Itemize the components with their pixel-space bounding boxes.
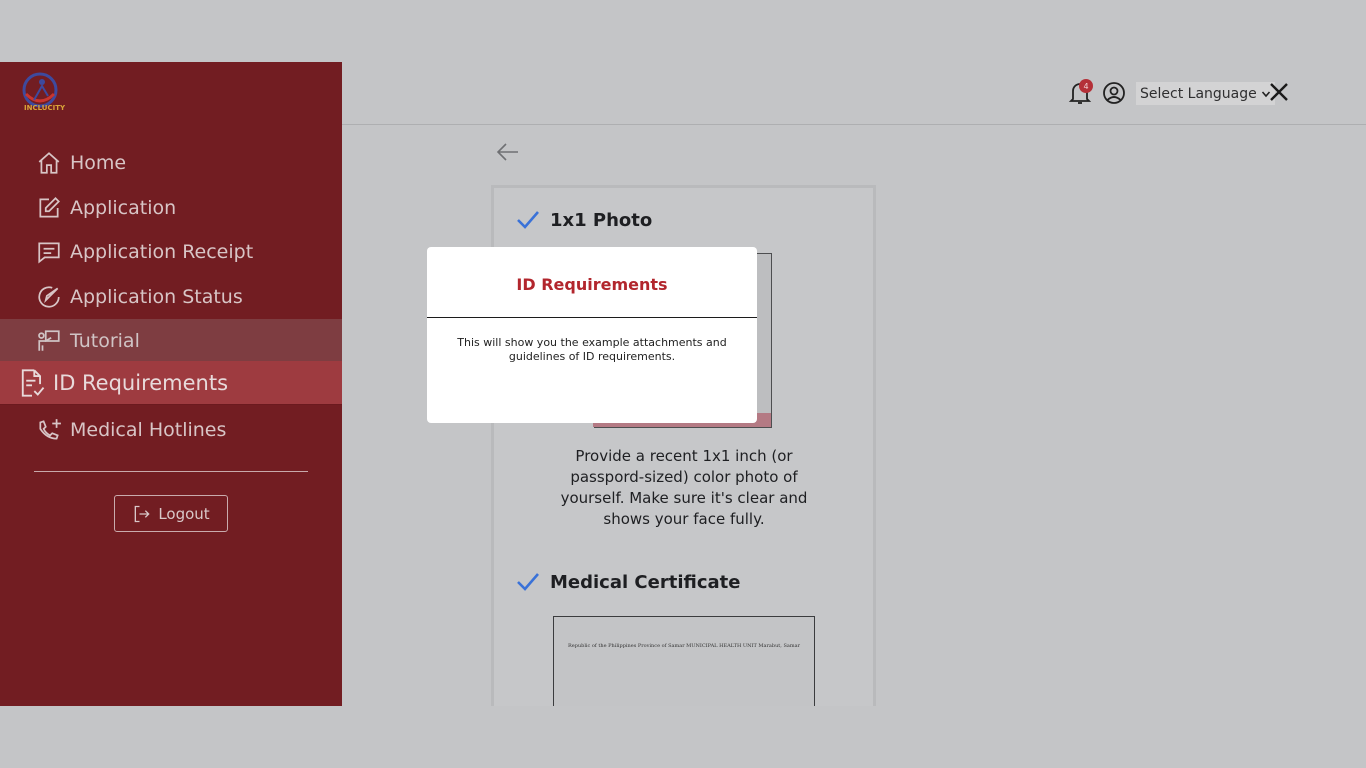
sidebar-item-label: Application [70, 197, 177, 219]
edit-icon [39, 197, 60, 218]
top-bar: 4 Select Language [342, 62, 1366, 125]
receipt-icon [38, 242, 60, 264]
close-icon[interactable] [1268, 81, 1290, 103]
requirement-title: Medical Certificate [516, 571, 740, 593]
sidebar-item-label: ID Requirements [53, 370, 229, 395]
document-check-icon [21, 368, 45, 397]
checkmark-icon [517, 211, 539, 229]
status-icon [38, 286, 60, 308]
sidebar-divider [34, 471, 308, 472]
logo-text: INCLUCITY [24, 104, 66, 112]
requirement-title-text: Medical Certificate [550, 571, 741, 593]
sidebar: INCLUCITY Home Application Application R… [0, 62, 342, 706]
sidebar-item-medical-hotlines[interactable]: Medical Hotlines [0, 408, 342, 452]
id-requirements-modal[interactable]: ID Requirements This will show you the e… [427, 247, 757, 423]
sidebar-item-application-status[interactable]: Application Status [0, 275, 342, 319]
sidebar-item-home[interactable]: Home [0, 141, 342, 185]
sidebar-item-application[interactable]: Application [0, 186, 342, 230]
sidebar-item-label: Application Receipt [70, 241, 254, 263]
logout-button[interactable]: Logout [114, 495, 228, 532]
sidebar-item-label: Medical Hotlines [70, 419, 227, 441]
sidebar-item-tutorial[interactable]: Tutorial [0, 319, 342, 363]
modal-divider [427, 317, 757, 318]
home-icon [38, 152, 60, 174]
sidebar-item-label: Application Status [70, 286, 243, 308]
logout-label: Logout [158, 504, 210, 523]
phone-plus-icon [39, 419, 61, 440]
checkmark-icon [517, 573, 539, 591]
requirement-description: Provide a recent 1x1 inch (or passpord-s… [560, 447, 808, 528]
sidebar-item-label: Home [70, 152, 127, 174]
requirement-title: 1x1 Photo [516, 209, 652, 231]
language-select[interactable]: Select Language [1136, 82, 1275, 105]
document-header-text: Republic of the Philippines Province of … [567, 643, 800, 649]
sidebar-item-label: Tutorial [70, 330, 140, 352]
sidebar-item-application-receipt[interactable]: Application Receipt [0, 230, 342, 274]
user-account-icon[interactable] [1102, 81, 1126, 105]
sidebar-item-id-requirements[interactable]: ID Requirements [0, 361, 342, 405]
notification-badge: 4 [1079, 79, 1093, 93]
back-arrow-icon[interactable] [496, 142, 520, 162]
medical-certificate-example-image: Republic of the Philippines Province of … [553, 616, 815, 706]
modal-title: ID Requirements [516, 275, 668, 294]
requirement-title-text: 1x1 Photo [550, 209, 653, 231]
language-select-label: Select Language [1140, 85, 1257, 102]
logout-icon [134, 505, 150, 522]
modal-body: This will show you the example attachmen… [457, 336, 727, 363]
presenter-icon [38, 330, 60, 351]
